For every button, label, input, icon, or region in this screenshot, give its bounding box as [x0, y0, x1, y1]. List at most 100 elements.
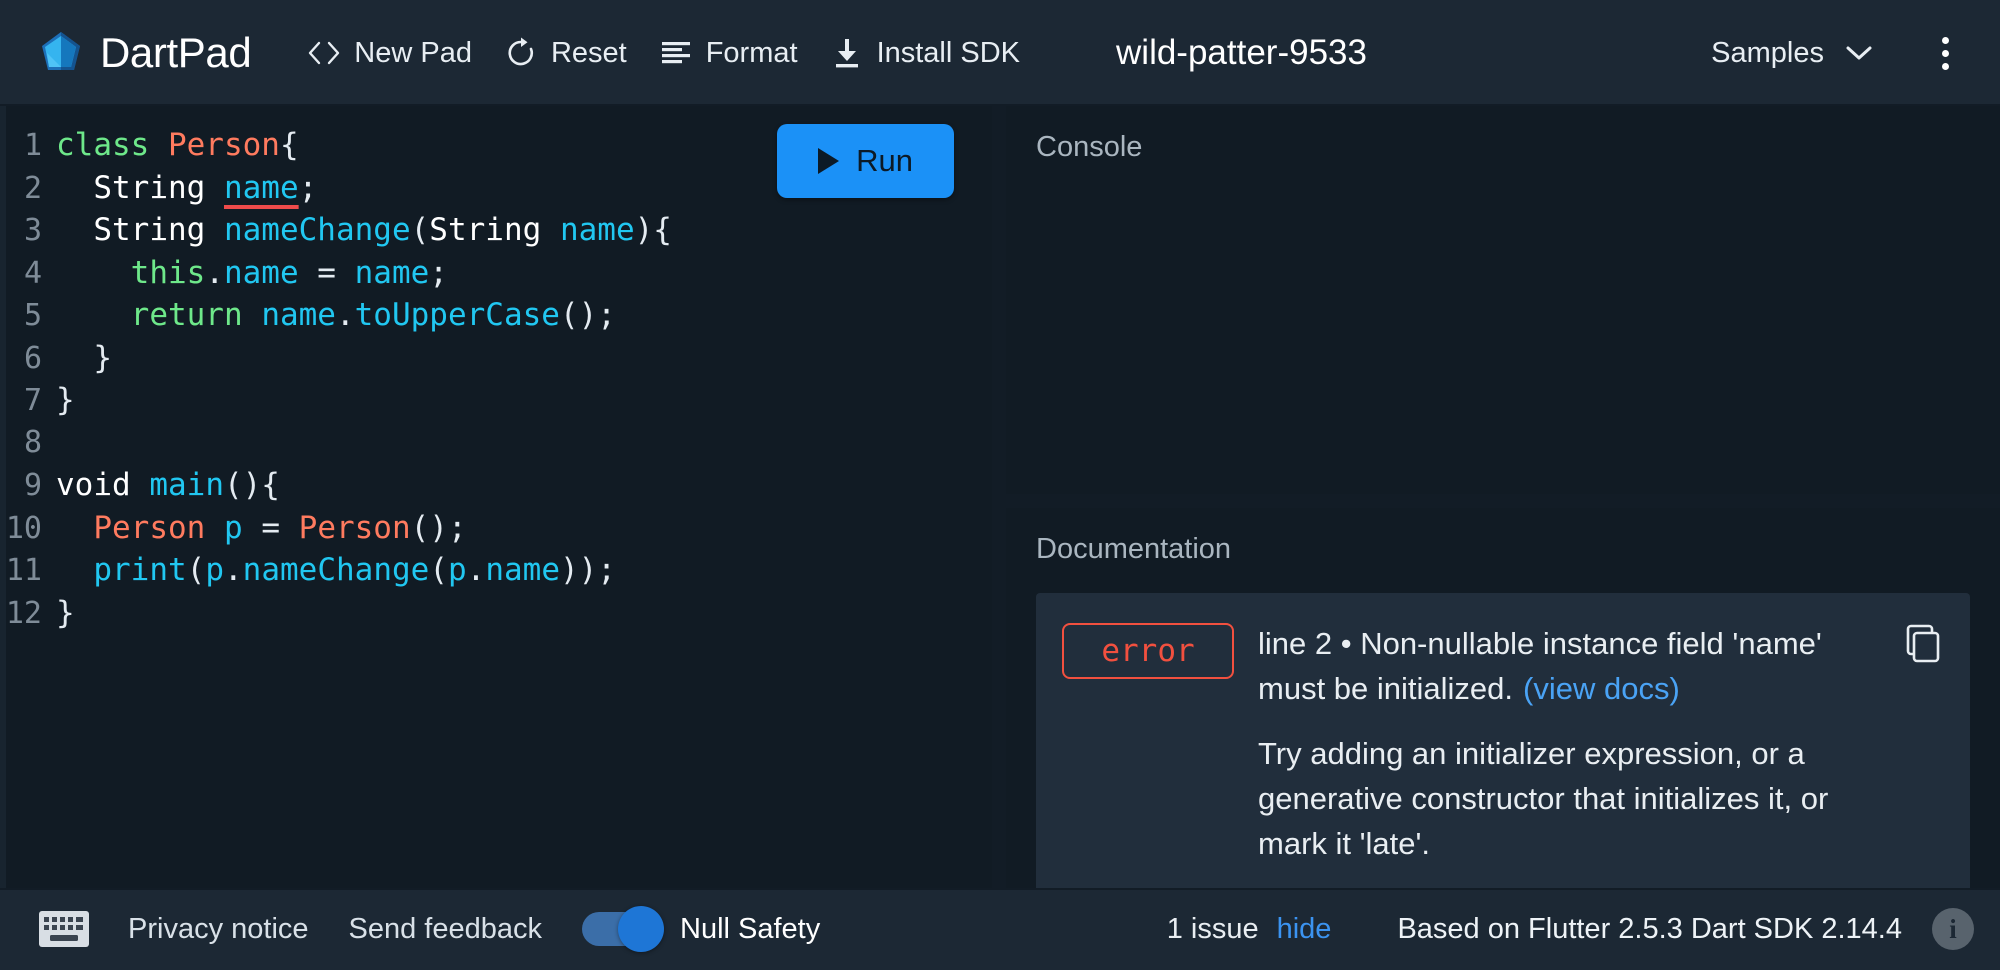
format-label: Format [705, 36, 798, 69]
issue-count: 1 issue [1166, 912, 1259, 945]
send-feedback-link[interactable]: Send feedback [349, 913, 542, 946]
kebab-menu-icon[interactable] [1918, 26, 1972, 80]
code-token: (); [559, 297, 616, 333]
code-token: Person [93, 509, 206, 546]
code-token: main [149, 467, 224, 503]
code-token: ; [298, 169, 318, 206]
code-token: Person [298, 509, 411, 546]
code-token: ( [410, 212, 430, 248]
code-token: } [56, 339, 112, 376]
console-title: Console [1036, 131, 1143, 163]
code-line: 4 this.name = name; [0, 252, 992, 295]
dartpad-app: DartPad New Pad Reset Format Install SDK… [0, 0, 2000, 970]
issue-message: line 2 • Non-nullable instance field 'na… [1258, 621, 1874, 711]
code-editor-pane[interactable]: 1 class Person{2 String name; 3 String nam… [0, 106, 992, 888]
code-brackets-icon [307, 36, 341, 70]
code-token: } [56, 594, 75, 631]
code-token: . [205, 254, 224, 291]
code-token: name [223, 254, 299, 291]
reset-label: Reset [550, 36, 627, 69]
line-number: 4 [23, 255, 42, 291]
status-badge: error [1062, 622, 1234, 679]
code-token: String [93, 212, 206, 248]
code-line-text: } [56, 379, 75, 422]
code-token: this [130, 254, 206, 291]
reset-button[interactable]: Reset [488, 28, 643, 78]
code-token: (); [410, 509, 467, 546]
code-token: ( [186, 552, 206, 588]
new-pad-button[interactable]: New Pad [291, 28, 488, 78]
samples-dropdown[interactable]: Samples [1701, 29, 1884, 78]
run-label: Run [856, 143, 913, 178]
code-token: ){ [634, 212, 672, 248]
copy-icon[interactable] [1900, 621, 1944, 665]
null-safety-toggle[interactable] [582, 906, 664, 952]
format-button[interactable]: Format [643, 28, 814, 78]
code-token: name [261, 297, 336, 333]
main-body: 1 class Person{2 String name; 3 String nam… [0, 106, 2000, 888]
code-line-text: } [56, 592, 75, 635]
keyboard-icon[interactable] [38, 910, 90, 948]
code-line: 10 Person p = Person(); [0, 507, 992, 550]
code-token: = [298, 254, 355, 291]
code-token: )); [559, 552, 616, 588]
hide-issues-link[interactable]: hide [1277, 913, 1332, 946]
code-line-text: class Person{ [56, 124, 299, 167]
null-safety-label: Null Safety [680, 912, 821, 945]
code-token: Person [167, 127, 280, 163]
sdk-version-text: Based on Flutter 2.5.3 Dart SDK 2.14.4 [1397, 912, 1902, 945]
code-token: ; [429, 254, 448, 291]
code-token: p [447, 552, 467, 588]
code-line: 7} [0, 379, 992, 422]
brand-name: DartPad [100, 29, 252, 76]
documentation-pane: Documentation error line 2 • Non-nullabl… [1006, 508, 2000, 888]
kebab-dot [1941, 36, 1949, 44]
kebab-dot [1941, 49, 1949, 57]
code-token: } [56, 382, 75, 418]
pad-title: wild-patter-9533 [1116, 33, 1367, 72]
run-button[interactable]: Run [777, 124, 954, 198]
code-token: name [223, 169, 299, 206]
code-line-text: void main(){ [56, 464, 280, 507]
line-number: 3 [23, 213, 42, 248]
code-line-text: String nameChange(String name){ [56, 209, 672, 252]
line-number: 9 [23, 468, 42, 503]
code-token: name [354, 254, 430, 291]
samples-label: Samples [1711, 36, 1824, 69]
code-token: = [242, 509, 299, 546]
code-token: . [224, 552, 243, 588]
code-editor[interactable]: 1 class Person{2 String name; 3 String nam… [0, 106, 992, 888]
code-token: String [93, 169, 206, 206]
privacy-notice-link[interactable]: Privacy notice [128, 913, 309, 946]
code-token: nameChange [223, 212, 411, 248]
pane-divider[interactable] [1006, 494, 2000, 508]
line-number: 8 [23, 424, 42, 460]
brand: DartPad [38, 29, 252, 76]
view-docs-link[interactable]: (view docs) [1523, 671, 1680, 706]
code-token: print [93, 552, 187, 588]
code-line: 6 } [0, 337, 992, 380]
code-line: 12} [0, 592, 992, 635]
kebab-dot [1941, 62, 1949, 70]
info-icon[interactable]: i [1932, 908, 1974, 950]
code-line: 9 void main(){ [0, 464, 992, 507]
toggle-knob [618, 906, 664, 952]
chevron-down-icon [1844, 37, 1874, 70]
code-token: p [205, 552, 224, 588]
code-token: void [56, 467, 131, 503]
line-number: 11 [5, 553, 42, 588]
code-line-text: this.name = name; [56, 252, 448, 295]
code-line-text: print(p.nameChange(p.name)); [56, 549, 616, 592]
install-sdk-button[interactable]: Install SDK [814, 28, 1036, 78]
code-token: name [559, 212, 635, 248]
code-token: { [279, 127, 299, 163]
